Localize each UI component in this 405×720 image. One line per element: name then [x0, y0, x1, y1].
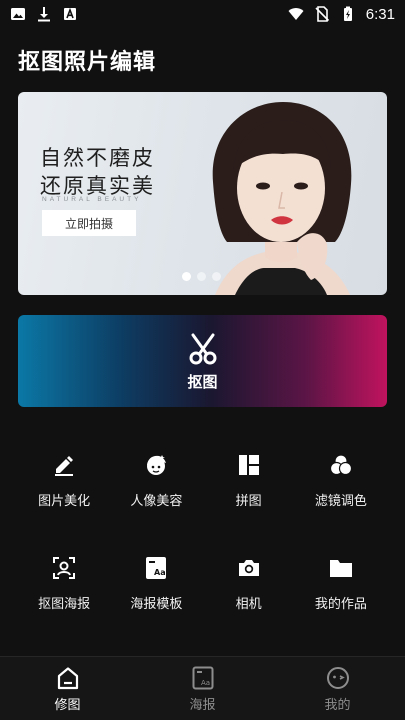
- banner-subtitle: NATURAL BEAUTY: [42, 196, 142, 203]
- model-portrait-image: [212, 102, 352, 295]
- status-left: [10, 6, 78, 22]
- scissors-icon: [189, 333, 216, 364]
- banner-dot-3[interactable]: [212, 272, 221, 281]
- tool-poster-template[interactable]: Aa 海报模板: [110, 555, 202, 612]
- camera-icon: [238, 560, 259, 576]
- tool-label: 相机: [235, 597, 262, 612]
- portrait-frame-icon: [53, 557, 76, 579]
- tool-cutout-poster[interactable]: 抠图海报: [18, 555, 110, 612]
- svg-text:Aa: Aa: [154, 568, 166, 577]
- profile-face-icon: [326, 666, 349, 689]
- folder-icon: [329, 560, 352, 577]
- tool-collage[interactable]: 拼图: [203, 452, 295, 509]
- wifi-icon: [288, 8, 304, 20]
- home-icon: [57, 666, 78, 689]
- status-bar: 6:31: [0, 0, 405, 28]
- banner-headline: 自然不磨皮 还原真实美: [40, 144, 155, 200]
- page-title: 抠图照片编辑: [18, 50, 157, 75]
- svg-text:Aa: Aa: [201, 679, 210, 687]
- tool-label: 海报模板: [130, 597, 183, 612]
- nav-label: 修图: [54, 697, 81, 713]
- tool-filter-color[interactable]: 滤镜调色: [295, 452, 387, 509]
- bottom-nav: 修图 Aa 海报 我的: [0, 656, 405, 720]
- filter-circles-icon: [329, 454, 352, 476]
- tool-label: 图片美化: [38, 494, 91, 509]
- tool-label: 我的作品: [314, 597, 367, 612]
- battery-charging-icon: [343, 6, 352, 21]
- cutout-label: 抠图: [187, 372, 218, 391]
- promo-banner[interactable]: 自然不磨皮 还原真实美 NATURAL BEAUTY 立即拍摄: [18, 92, 387, 295]
- tool-label: 滤镜调色: [314, 494, 367, 509]
- status-time: 6:31: [365, 5, 395, 23]
- tool-my-works[interactable]: 我的作品: [295, 555, 387, 612]
- tool-label: 拼图: [235, 494, 262, 509]
- nav-tab-edit[interactable]: 修图: [0, 657, 135, 720]
- poster-icon: Aa: [192, 666, 213, 689]
- status-right: 6:31: [288, 6, 395, 23]
- cutout-button[interactable]: 抠图: [18, 315, 387, 407]
- banner-dot-1[interactable]: [182, 272, 191, 281]
- shoot-now-button[interactable]: 立即拍摄: [42, 210, 136, 236]
- nav-label: 海报: [189, 697, 216, 713]
- banner-dot-2[interactable]: [197, 272, 206, 281]
- no-sim-icon: [315, 6, 329, 22]
- tools-grid: 图片美化 人像美容 拼图 滤镜调色 抠图海报 Aa 海报模板 相机 我的作品: [18, 452, 387, 612]
- tool-label: 人像美容: [130, 494, 183, 509]
- face-beauty-icon: [147, 455, 167, 475]
- tool-camera[interactable]: 相机: [203, 555, 295, 612]
- nav-tab-mine[interactable]: 我的: [270, 657, 405, 720]
- edit-pen-icon: [55, 456, 74, 476]
- banner-pagination: [182, 272, 221, 281]
- image-icon: [11, 8, 25, 20]
- nav-tab-poster[interactable]: Aa 海报: [135, 657, 270, 720]
- download-icon: [38, 7, 50, 22]
- banner-headline-line1: 自然不磨皮: [40, 146, 155, 170]
- text-a-icon: [64, 7, 76, 20]
- collage-icon: [238, 455, 259, 475]
- tool-portrait-beauty[interactable]: 人像美容: [110, 452, 202, 509]
- tool-label: 抠图海报: [38, 597, 91, 612]
- poster-template-icon: Aa: [146, 557, 167, 579]
- tool-photo-beautify[interactable]: 图片美化: [18, 452, 110, 509]
- nav-label: 我的: [324, 697, 351, 713]
